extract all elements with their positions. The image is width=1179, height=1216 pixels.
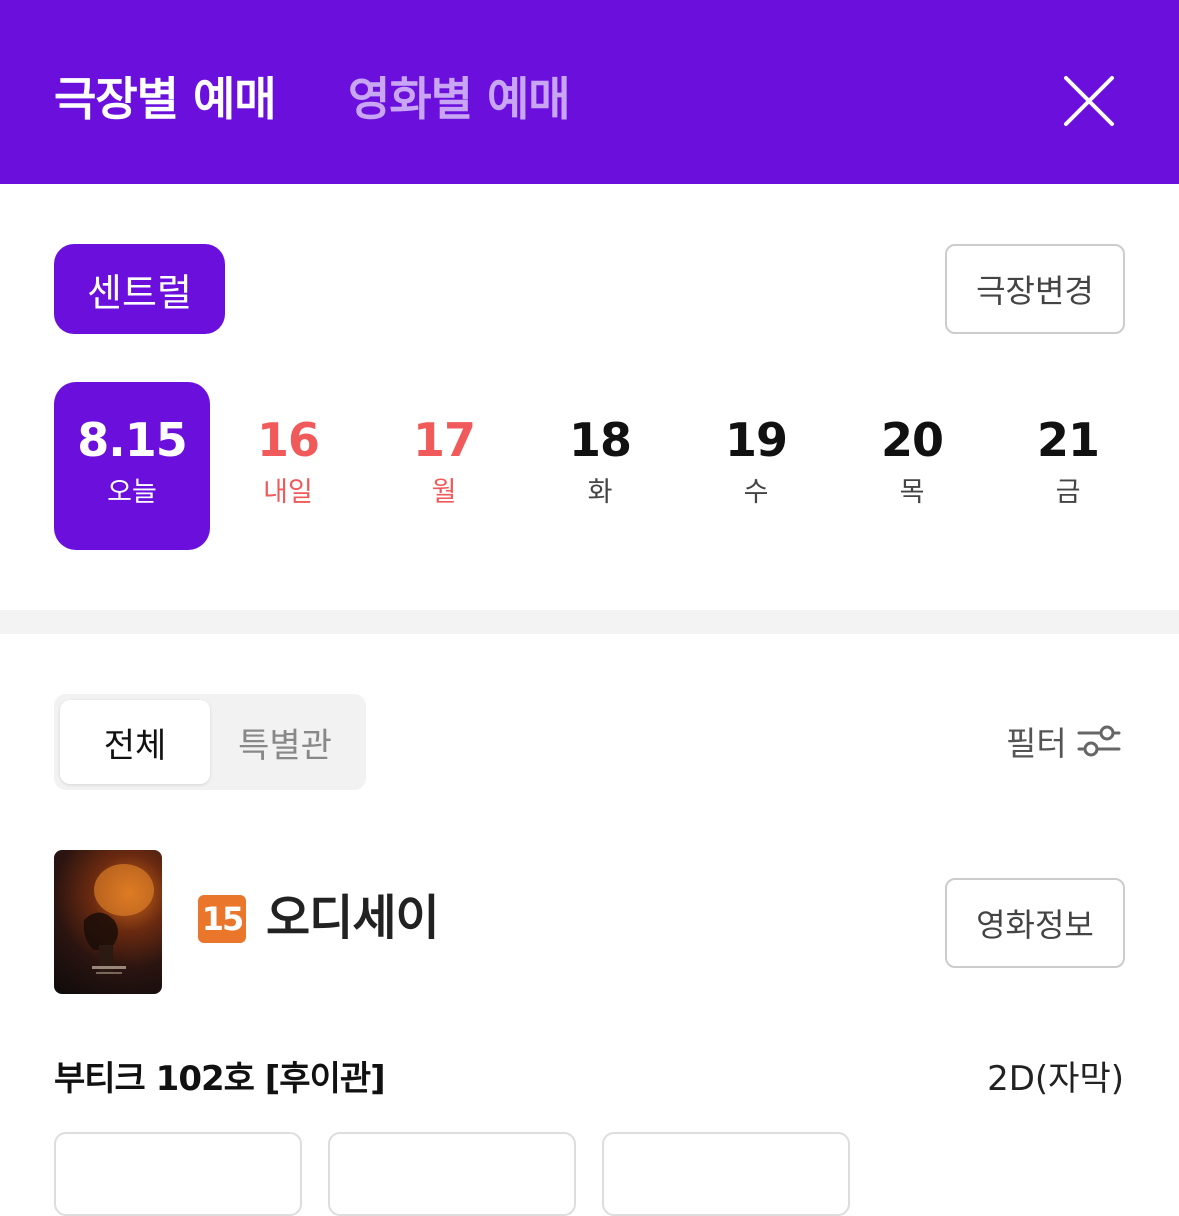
date-weekday: 월	[431, 477, 457, 508]
change-theater-label: 극장변경	[976, 272, 1094, 310]
date-weekday: 화	[587, 477, 613, 508]
close-button[interactable]	[1060, 72, 1118, 130]
selected-theater-label: 센트럴	[87, 270, 192, 315]
filter-button[interactable]: 필터	[1006, 716, 1121, 766]
date-weekday: 수	[743, 477, 769, 508]
movie-title[interactable]: 오디세이	[266, 886, 440, 950]
date-item[interactable]: 21 금	[990, 382, 1146, 550]
change-theater-button[interactable]: 극장변경	[945, 244, 1125, 334]
date-item[interactable]: 19 수	[678, 382, 834, 550]
age-rating-badge: 15	[198, 895, 246, 943]
date-weekday: 목	[899, 477, 925, 508]
movie-info-label: 영화정보	[976, 906, 1094, 944]
date-number: 20	[880, 413, 944, 467]
filter-label: 필터	[1006, 724, 1067, 763]
tab-theater-booking[interactable]: 극장별 예매	[54, 68, 277, 130]
section-divider	[0, 610, 1179, 634]
segment-all-button[interactable]: 전체	[60, 700, 210, 784]
movie-info-button[interactable]: 영화정보	[945, 878, 1125, 968]
date-item[interactable]: 16 내일	[210, 382, 366, 550]
date-number: 18	[568, 413, 632, 467]
tab-movie-booking[interactable]: 영화별 예매	[348, 68, 571, 130]
hall-type-segment: 전체 특별관	[54, 694, 366, 790]
close-icon	[1064, 76, 1114, 126]
sliders-icon	[1077, 725, 1121, 757]
date-item[interactable]: 17 월	[366, 382, 522, 550]
date-number: 21	[1036, 413, 1100, 467]
date-number: 8.15	[77, 413, 187, 467]
hall-name: 부티크 102호 [후이관]	[54, 1059, 386, 1099]
date-weekday: 내일	[263, 477, 313, 508]
showtime-slot[interactable]	[54, 1132, 302, 1216]
date-item[interactable]: 20 목	[834, 382, 990, 550]
date-number: 16	[256, 413, 320, 467]
date-item[interactable]: 18 화	[522, 382, 678, 550]
date-number: 19	[724, 413, 788, 467]
date-weekday: 금	[1055, 477, 1081, 508]
date-weekday: 오늘	[107, 477, 157, 508]
date-item-today[interactable]: 8.15 오늘	[54, 382, 210, 550]
movie-poster[interactable]	[54, 850, 162, 994]
showtime-slot[interactable]	[328, 1132, 576, 1216]
screening-format: 2D(자막)	[987, 1059, 1124, 1099]
date-number: 17	[412, 413, 476, 467]
selected-theater-chip[interactable]: 센트럴	[54, 244, 225, 334]
showtime-slot[interactable]	[602, 1132, 850, 1216]
booking-header: 극장별 예매 영화별 예매	[0, 0, 1179, 184]
poster-art	[83, 864, 154, 974]
segment-special-button[interactable]: 특별관	[210, 700, 360, 784]
